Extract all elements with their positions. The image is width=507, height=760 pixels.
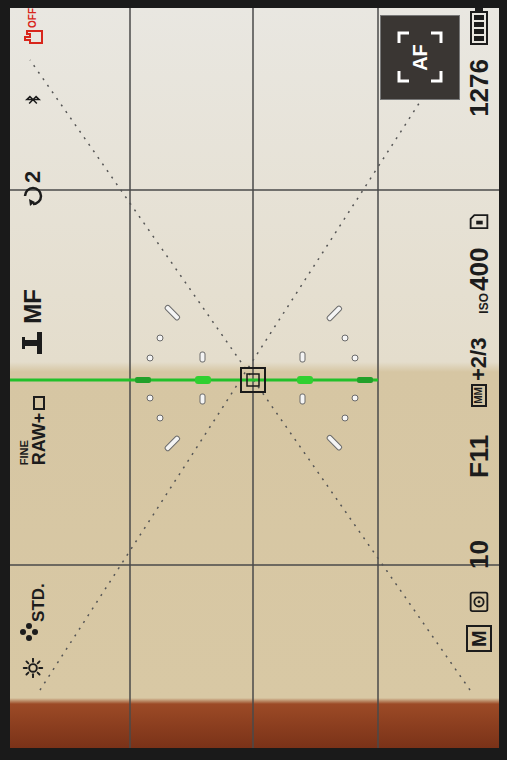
focus-mode-icon — [21, 330, 45, 356]
iso: ISO 400 — [466, 248, 492, 314]
creative-style-icon — [19, 622, 39, 642]
drive-mode: 2 — [22, 171, 44, 207]
bluetooth-icon — [22, 94, 44, 105]
memory-card-icon — [468, 213, 490, 230]
iso-value: 400 — [466, 248, 492, 291]
exposure-compensation: MM +2/3 — [468, 338, 490, 407]
aperture: F11 — [466, 435, 492, 478]
top-status-bar: STD. FINE RAW+ MF — [10, 8, 56, 748]
creative-style: STD. — [19, 583, 47, 642]
bottom-status-bar: M 10 F11 MM +2/3 ISO 400 1276 — [459, 8, 499, 748]
metering-icon — [467, 591, 491, 613]
battery-fill — [474, 15, 484, 41]
af-label: AF — [410, 44, 430, 71]
shutter-speed: 10 — [466, 540, 492, 569]
battery — [470, 8, 488, 45]
exposure-comp-value: +2/3 — [468, 338, 490, 381]
quality-label: FINE — [19, 440, 30, 465]
focus-mode-label: MF — [21, 289, 45, 324]
viewfinder: STD. FINE RAW+ MF — [10, 8, 499, 748]
aspect-icon — [32, 396, 46, 410]
steadyshot: OFF — [22, 8, 44, 46]
creative-style-label: STD. — [30, 583, 47, 622]
image-quality: FINE RAW+ — [19, 396, 48, 466]
grid-overlay — [10, 8, 499, 748]
battery-track — [470, 11, 488, 45]
camera-screen: STD. FINE RAW+ MF — [0, 0, 507, 760]
iso-label: ISO — [478, 293, 490, 314]
white-balance-sun-icon — [20, 658, 46, 678]
exposure-mode: M — [466, 625, 492, 652]
shots-remaining: 1276 — [466, 59, 492, 117]
landscape-display: STD. FINE RAW+ MF — [0, 0, 507, 760]
metered-manual-badge: MM — [471, 384, 487, 407]
drive-count-label: 2 — [22, 171, 44, 183]
file-format-label: RAW+ — [30, 413, 48, 466]
self-timer-icon — [22, 185, 44, 207]
af-button[interactable]: AF — [380, 15, 460, 100]
steadyshot-hand-icon — [22, 28, 44, 46]
focus-mode: MF — [21, 289, 45, 356]
steadyshot-label: OFF — [28, 8, 38, 28]
